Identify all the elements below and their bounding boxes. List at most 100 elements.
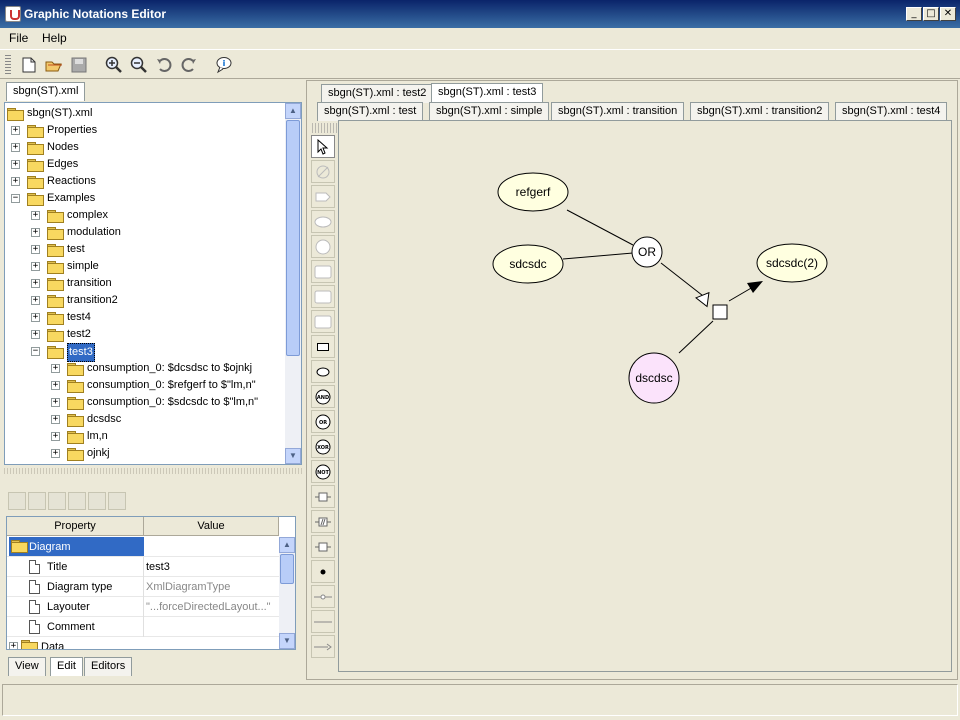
expand-icon[interactable]: + [51, 432, 60, 441]
tree-item[interactable]: + modulation [5, 224, 285, 241]
tab-test4[interactable]: sbgn(ST).xml : test4 [835, 102, 948, 121]
tree-item[interactable]: + Nodes [5, 139, 285, 156]
edge-or-process[interactable] [660, 262, 708, 300]
col-property[interactable]: Property [7, 517, 144, 536]
props-tool-button[interactable] [88, 492, 106, 510]
tree-item[interactable]: + simple [5, 258, 285, 275]
box-icon[interactable] [311, 335, 335, 358]
prop-group-diagram[interactable]: Diagram [7, 537, 279, 557]
tree-item[interactable]: + lm,n [5, 428, 285, 445]
expand-icon[interactable]: + [11, 126, 20, 135]
tree-item[interactable]: + test [5, 241, 285, 258]
close-button[interactable]: ✕ [940, 7, 956, 21]
props-tool-button[interactable] [108, 492, 126, 510]
prop-value[interactable]: XmlDiagramType [146, 577, 276, 597]
edge-icon[interactable] [311, 585, 335, 608]
expand-icon[interactable]: + [31, 279, 40, 288]
tree-item[interactable]: + Reactions [5, 173, 285, 190]
prop-value[interactable]: "...forceDirectedLayout..." [146, 597, 276, 617]
expand-icon[interactable]: + [51, 449, 60, 458]
and-icon[interactable]: AND [311, 385, 335, 408]
props-tool-button[interactable] [8, 492, 26, 510]
expand-icon[interactable]: + [31, 228, 40, 237]
tree-item[interactable]: + dcsdsc [5, 411, 285, 428]
tree-item[interactable]: + transition [5, 275, 285, 292]
expand-icon[interactable]: + [31, 245, 40, 254]
tree-item[interactable]: + ojnkj [5, 445, 285, 462]
tab-transition[interactable]: sbgn(ST).xml : transition [551, 102, 685, 121]
expand-icon[interactable]: + [31, 330, 40, 339]
arrow-icon[interactable] [311, 635, 335, 658]
dot-icon[interactable] [311, 560, 335, 583]
expand-icon[interactable]: + [31, 296, 40, 305]
tree-item[interactable]: + consumption_0: $sdcsdc to $"lm,n" [5, 394, 285, 411]
expand-icon[interactable]: + [31, 211, 40, 220]
palette-grip[interactable] [312, 123, 338, 133]
select-icon[interactable] [311, 135, 335, 158]
process-node[interactable] [712, 304, 728, 320]
scroll-thumb[interactable] [280, 554, 294, 584]
redo-icon[interactable] [178, 54, 200, 76]
scroll-down-icon[interactable]: ▼ [279, 633, 295, 649]
expand-icon[interactable]: + [51, 381, 60, 390]
empty-set-icon[interactable] [311, 160, 335, 183]
not-icon[interactable]: NOT [311, 460, 335, 483]
tab-test3[interactable]: sbgn(ST).xml : test3 [431, 83, 544, 102]
edge-dcsdsc-process[interactable] [678, 320, 714, 354]
tree-item[interactable]: + complex [5, 207, 285, 224]
tab-view[interactable]: View [8, 657, 46, 676]
tag-icon[interactable] [311, 185, 335, 208]
scroll-up-icon[interactable]: ▲ [279, 537, 295, 553]
props-scrollbar[interactable]: ▲ ▼ [279, 537, 295, 649]
tree-item[interactable]: + test2 [5, 326, 285, 343]
or-icon[interactable]: OR [311, 410, 335, 433]
xor-icon[interactable]: XOR [311, 435, 335, 458]
tree-item[interactable]: + consumption_0: $dcsdsc to $ojnkj [5, 360, 285, 377]
expand-icon[interactable]: + [51, 364, 60, 373]
props-tool-button[interactable] [48, 492, 66, 510]
expand-icon[interactable]: + [51, 415, 60, 424]
tree-scrollbar[interactable]: ▲ ▼ [285, 103, 301, 464]
props-tool-button[interactable] [28, 492, 46, 510]
circle-icon[interactable] [311, 235, 335, 258]
process-icon[interactable] [311, 485, 335, 508]
tab-simple[interactable]: sbgn(ST).xml : simple [429, 102, 550, 121]
expand-icon[interactable]: + [11, 143, 20, 152]
expand-icon[interactable]: + [11, 177, 20, 186]
save-icon[interactable] [68, 54, 90, 76]
scroll-down-icon[interactable]: ▼ [285, 448, 301, 464]
col-value[interactable]: Value [144, 517, 279, 536]
tree-item[interactable]: − test3 [5, 343, 285, 362]
project-tree[interactable]: sbgn(ST).xml + Properties + Nodes + Edges + Rea… [4, 102, 302, 465]
expand-icon[interactable]: + [51, 398, 60, 407]
tab-tree-file[interactable]: sbgn(ST).xml [6, 82, 86, 101]
prop-row[interactable]: Diagram type XmlDiagramType [7, 577, 279, 597]
prop-value[interactable]: test3 [146, 557, 276, 577]
zoom-out-icon[interactable] [128, 54, 150, 76]
prop-row[interactable]: Comment [7, 617, 279, 637]
diagram-canvas[interactable]: refgerf sdcsdc OR sdcsdc(2) dscdsc [338, 120, 952, 672]
tab-transition2[interactable]: sbgn(ST).xml : transition2 [690, 102, 830, 121]
menu-file[interactable]: File [9, 31, 28, 45]
props-tool-button[interactable] [68, 492, 86, 510]
uncertain-process-icon[interactable] [311, 535, 335, 558]
info-icon[interactable]: i [213, 54, 235, 76]
minimize-button[interactable]: _ [906, 7, 922, 21]
zoom-in-icon[interactable] [103, 54, 125, 76]
prop-row[interactable]: Layouter "...forceDirectedLayout..." [7, 597, 279, 617]
oval-icon[interactable] [311, 360, 335, 383]
expand-icon[interactable]: + [31, 313, 40, 322]
tab-test2[interactable]: sbgn(ST).xml : test2 [321, 84, 434, 103]
edge-refgerf-or[interactable] [566, 209, 634, 246]
expand-icon[interactable]: + [9, 642, 18, 649]
collapse-icon[interactable]: − [11, 194, 20, 203]
new-icon[interactable] [18, 54, 40, 76]
edge-sdcsdc-or[interactable] [562, 252, 634, 260]
undo-icon[interactable] [153, 54, 175, 76]
expand-icon[interactable]: + [31, 262, 40, 271]
maximize-button[interactable]: □ [923, 7, 939, 21]
tab-edit[interactable]: Edit [50, 657, 83, 676]
rect-icon[interactable] [311, 260, 335, 283]
rect-icon[interactable] [311, 285, 335, 308]
omitted-process-icon[interactable] [311, 510, 335, 533]
